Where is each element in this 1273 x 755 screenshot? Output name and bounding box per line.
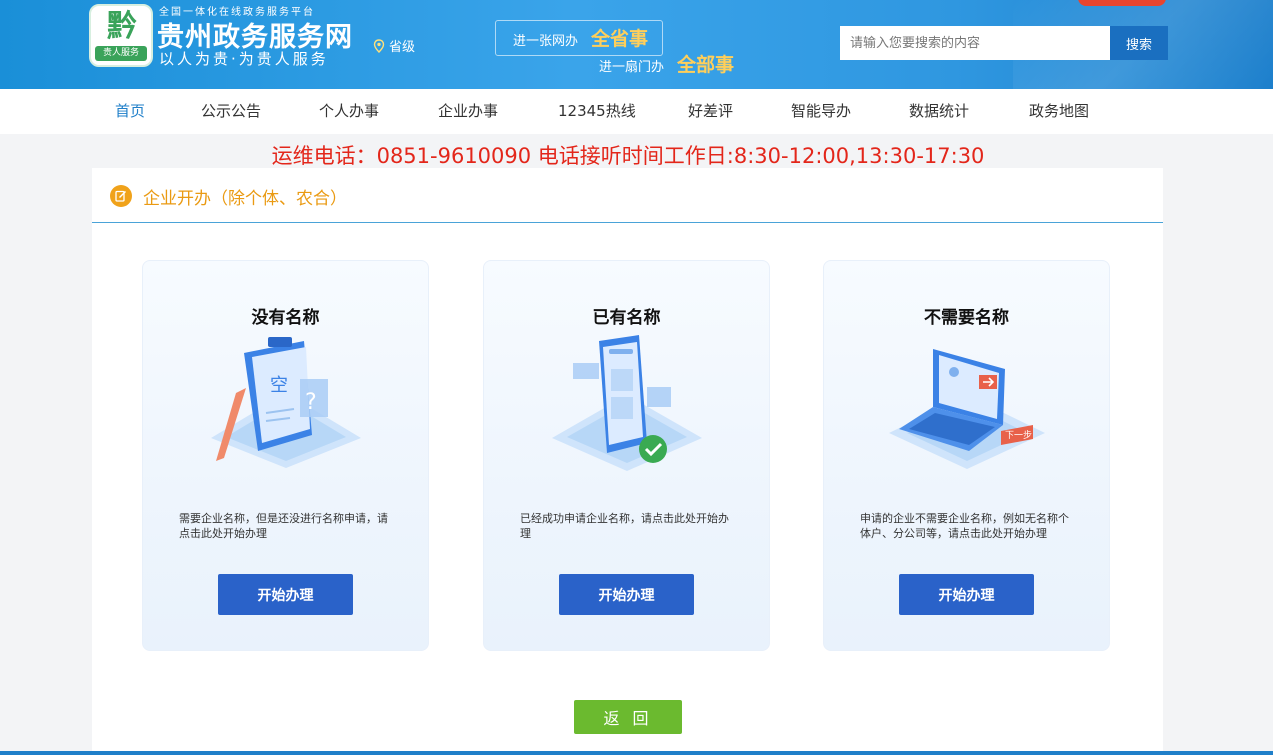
start-button-no-name[interactable]: 开始办理 [218, 574, 353, 615]
support-hotline: 运维电话：0851-9610090 电话接听时间工作日:8:30-12:00,1… [271, 144, 985, 168]
nav-item-announcements[interactable]: 公示公告 [201, 89, 261, 134]
location-selector[interactable]: 省级 [373, 36, 415, 55]
card-no-name: 没有名称 空 ? 需要企业名称，但是还没进行名称申请，请点击此处开始办理 开始办… [142, 260, 429, 651]
section-title: 企业开办（除个体、农合） [143, 189, 347, 209]
banner-line2: 进一扇门办 [599, 60, 665, 75]
card-title: 没有名称 [251, 308, 320, 328]
main-nav: 首页 公示公告 个人办事 企业办事 12345热线 好差评 智能导办 数据统计 … [0, 89, 1273, 134]
nav-item-smart-guide[interactable]: 智能导办 [791, 89, 851, 134]
search-input[interactable] [840, 26, 1110, 60]
site-slogan: 以人为贵·为贵人服务 [159, 50, 329, 68]
card-title: 已有名称 [592, 308, 661, 328]
nav-item-gov-map[interactable]: 政务地图 [1029, 89, 1089, 134]
card-description: 申请的企业不需要企业名称，例如无名称个体户、分公司等，请点击此处开始办理 [860, 512, 1069, 540]
site-logo[interactable]: 黔 贵人服务 [89, 4, 153, 67]
start-button-has-name[interactable]: 开始办理 [559, 574, 694, 615]
card-description: 需要企业名称，但是还没进行名称申请，请点击此处开始办理 [179, 512, 388, 540]
card-description: 已经成功申请企业名称，请点击此处开始办理 [520, 512, 729, 540]
nav-item-hotline-12345[interactable]: 12345热线 [558, 89, 636, 134]
nav-item-enterprise-affairs[interactable]: 企业办事 [438, 89, 498, 134]
nav-item-evaluation[interactable]: 好差评 [688, 89, 733, 134]
site-header: 黔 贵人服务 全国一体化在线政务服务平台 贵州政务服务网 以人为贵·为贵人服务 … [0, 0, 1273, 89]
clipboard-question-icon: 空 ? [211, 337, 361, 468]
card-title: 不需要名称 [924, 308, 1009, 328]
banner-line1-emphasis: 全省事 [591, 28, 649, 50]
card-has-name: 已有名称 已经成功申请企业名称，请点击此处开始办理 开始办理 [483, 260, 770, 651]
card-name-not-required: 不需要名称 下一步 申请的企业不需要企业名称，例如无名称个体户、分公司等，请点击… [823, 260, 1110, 651]
section-header: 企业开办（除个体、农合） [92, 168, 1163, 223]
banner-slogan: 进一张网办 全省事 进一扇门办 全部事 [495, 18, 745, 76]
edit-note-icon [110, 185, 132, 207]
phone-check-icon [552, 335, 702, 471]
nav-item-home[interactable]: 首页 [115, 89, 145, 134]
search-button[interactable]: 搜索 [1110, 26, 1168, 60]
next-step-label: 下一步 [1005, 430, 1032, 441]
logo-glyph: 黔 [107, 9, 137, 44]
svg-text:?: ? [305, 390, 317, 415]
logo-tag: 贵人服务 [95, 46, 147, 61]
notification-badge[interactable] [1078, 0, 1166, 6]
footer-strip [0, 751, 1273, 755]
laptop-next-step-icon: 下一步 [889, 349, 1045, 469]
start-button-name-not-required[interactable]: 开始办理 [899, 574, 1034, 615]
location-pin-icon [373, 39, 385, 53]
back-button[interactable]: 返 回 [574, 700, 682, 734]
banner-line2-emphasis: 全部事 [677, 54, 735, 76]
svg-text:空: 空 [270, 375, 288, 396]
nav-item-personal-affairs[interactable]: 个人办事 [319, 89, 379, 134]
banner-line1: 进一张网办 [513, 34, 579, 49]
main-panel: 企业开办（除个体、农合） 没有名称 空 ? 需要企业名称，但是还没进行名称申请，… [92, 168, 1163, 755]
location-label: 省级 [389, 40, 416, 55]
nav-item-statistics[interactable]: 数据统计 [909, 89, 969, 134]
